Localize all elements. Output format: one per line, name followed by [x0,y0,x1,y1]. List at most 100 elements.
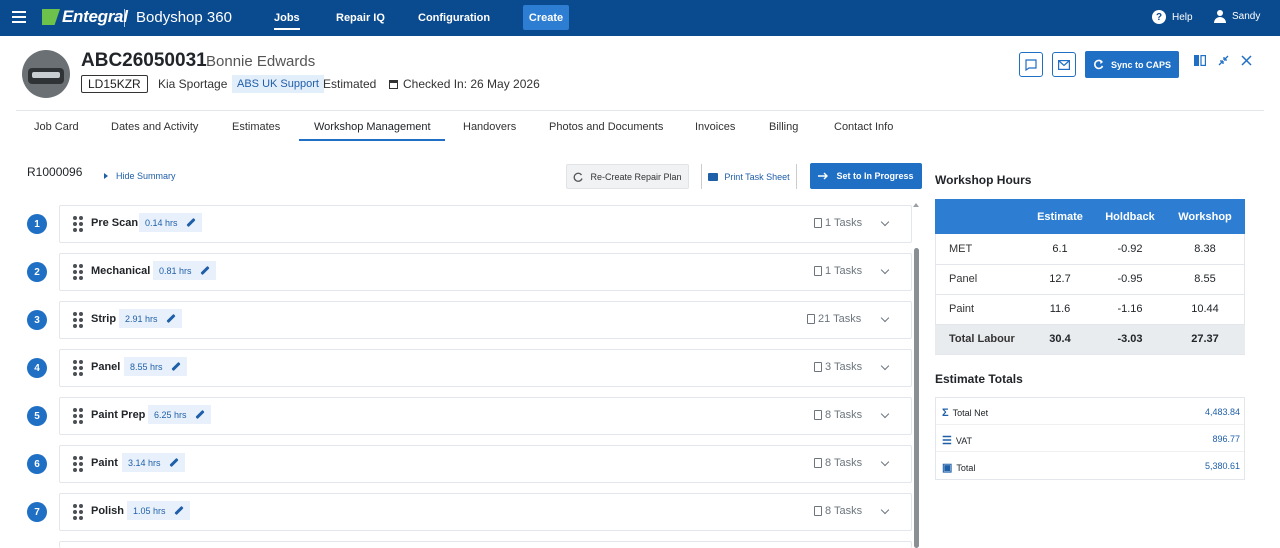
stage-row[interactable]: Panel 8.55 hrs 3 Tasks [59,349,912,387]
chevron-down-icon[interactable] [880,361,890,371]
clipboard-icon [814,362,822,372]
job-status: Estimated [323,77,377,91]
stage-tasks-count: 21 Tasks [818,313,862,325]
user-menu[interactable]: Sandy [1214,10,1260,23]
workshop-hours-table: Estimate Holdback Workshop MET 6.1 -0.92… [935,199,1245,355]
nav-repair-iq[interactable]: Repair IQ [336,0,385,36]
checked-in-label: Checked In: 26 May 2026 [403,77,540,91]
tab-job-card[interactable]: Job Card [34,121,79,133]
total-net-value: 4,483.84 [1204,407,1240,417]
chevron-down-icon[interactable] [880,457,890,467]
set-in-progress-button[interactable]: Set to In Progress [810,163,922,189]
user-name: Sandy [1232,11,1261,22]
nav-jobs[interactable]: Jobs [274,0,300,36]
chevron-down-icon[interactable] [880,265,890,275]
stage-row[interactable]: Strip 2.91 hrs 21 Tasks [59,301,912,339]
comment-button[interactable] [1019,52,1043,77]
stage-hours[interactable]: 8.55 hrs [124,357,187,376]
clipboard-icon [814,506,822,516]
tab-workshop-management[interactable]: Workshop Management [314,121,431,133]
stage-row[interactable]: Paint Prep 6.25 hrs 8 Tasks [59,397,912,435]
estimate-totals-box: Σ Total Net 4,483.84 ☰ VAT 896.77 ▣ Total 5… [935,397,1245,480]
stage-hours[interactable]: 3.14 hrs [122,453,185,472]
column-header [935,199,1025,234]
hide-summary-toggle[interactable]: Hide Summary [104,171,176,181]
clipboard-icon [807,314,815,324]
recreate-repair-plan-button[interactable]: Re-Create Repair Plan [566,164,689,189]
insurer-badge: ABS UK Support [232,75,324,93]
stage-tasks: 21 Tasks [807,313,861,325]
chevron-down-icon[interactable] [880,409,890,419]
drag-handle-icon[interactable] [73,408,83,424]
tab-billing[interactable]: Billing [769,121,798,133]
split-view-icon[interactable] [1194,55,1206,66]
refresh-icon [574,172,584,182]
sync-label: Sync to CAPS [1110,59,1171,70]
stage-row[interactable]: Pre Scan 0.14 hrs 1 Tasks [59,205,912,243]
drag-handle-icon[interactable] [73,360,83,376]
caret-right-icon [104,173,108,179]
stage-name: Paint [91,457,118,469]
stage-name: Mechanical [91,265,151,277]
brand-logo[interactable]: Entegral [42,7,128,27]
menu-icon[interactable] [12,11,26,23]
arrow-right-icon [818,172,829,180]
tab-dates-and-activity[interactable]: Dates and Activity [111,121,198,133]
pencil-icon [170,361,181,372]
stage-tasks-count: 8 Tasks [825,409,863,421]
table-row: Panel 12.7 -0.95 8.55 [935,264,1245,295]
tab-photos-and-documents[interactable]: Photos and Documents [549,121,663,133]
stage-tasks: 1 Tasks [814,265,862,277]
tab-contact-info[interactable]: Contact Info [834,121,893,133]
stage-name: Strip [91,313,117,325]
sync-to-caps-button[interactable]: Sync to CAPS [1085,51,1179,78]
chevron-down-icon[interactable] [880,313,890,323]
stage-tasks: 8 Tasks [814,505,862,517]
stage-hours[interactable]: 2.91 hrs [119,309,182,328]
stage-row[interactable]: Polish 1.05 hrs 8 Tasks [59,493,912,531]
tab-invoices[interactable]: Invoices [695,121,735,133]
create-button[interactable]: Create [523,5,569,30]
table-total-row: Total Labour 30.4 -3.03 27.37 [935,324,1245,355]
nav-configuration[interactable]: Configuration [418,0,490,36]
nav-repair-iq-label: Repair IQ [336,12,385,24]
workshop-hours-title: Workshop Hours [935,173,1032,187]
table-row: Paint 11.6 -1.16 10.44 [935,294,1245,325]
stage-tasks: 3 Tasks [814,361,862,373]
drag-handle-icon[interactable] [73,312,83,328]
tab-handovers[interactable]: Handovers [463,121,516,133]
total-label: Total [956,462,976,473]
stage-number: 6 [27,454,47,474]
drag-handle-icon[interactable] [73,456,83,472]
drag-handle-icon[interactable] [73,264,83,280]
registration-plate: LD15KZR [81,75,148,93]
stage-hours[interactable]: 1.05 hrs [127,501,190,520]
chevron-down-icon[interactable] [880,217,890,227]
close-icon[interactable] [1241,55,1252,66]
chevron-down-icon[interactable] [880,505,890,515]
collapse-icon[interactable] [1218,55,1229,66]
stage-hours-value: 2.91 hrs [125,313,158,324]
hide-summary-label: Hide Summary [116,171,176,181]
help-link[interactable]: ? Help [1152,10,1193,24]
stage-row[interactable]: Mechanical 0.81 hrs 1 Tasks [59,253,912,291]
print-task-sheet-button[interactable]: Print Task Sheet [701,164,797,189]
nav-jobs-label: Jobs [274,12,300,24]
stage-hours-value: 0.81 hrs [159,265,192,276]
stage-number: 3 [27,310,47,330]
recreate-label: Re-Create Repair Plan [590,171,682,182]
scroll-up-arrow[interactable] [913,203,919,207]
stage-row[interactable]: Paint 3.14 hrs 8 Tasks [59,445,912,483]
total-label-wrap: ▣ Total [942,461,975,474]
stage-hours[interactable]: 6.25 hrs [148,405,211,424]
app-name: Bodyshop 360 [136,9,232,26]
stage-hours-value: 8.55 hrs [130,361,163,372]
vat-value: 896.77 [1212,434,1240,444]
stage-hours[interactable]: 0.14 hrs [139,213,202,232]
drag-handle-icon[interactable] [73,504,83,520]
email-button[interactable] [1052,52,1076,77]
stage-hours[interactable]: 0.81 hrs [153,261,216,280]
drag-handle-icon[interactable] [73,216,83,232]
scrollbar-thumb[interactable] [914,248,919,548]
tab-estimates[interactable]: Estimates [232,121,280,133]
